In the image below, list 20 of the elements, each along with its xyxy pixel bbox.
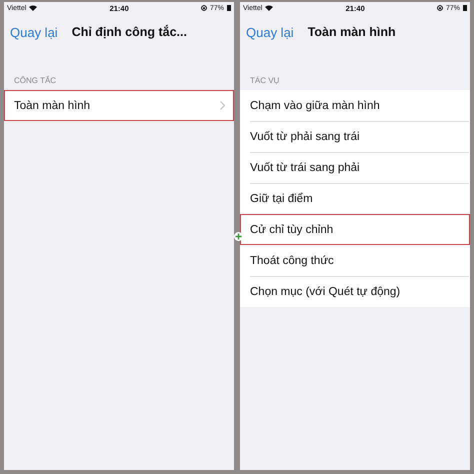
screen-title: Toàn màn hình — [308, 25, 396, 39]
screen-title: Chỉ định công tắc... — [72, 25, 187, 39]
back-link[interactable]: Quay lại — [10, 24, 58, 40]
list-item[interactable]: Vuốt từ phải sang trái — [240, 121, 470, 152]
list-item[interactable]: Giữ tại điểm — [240, 183, 470, 214]
section-header: CÔNG TẮC — [13, 74, 58, 87]
list-item[interactable]: Vuốt từ trái sang phải — [240, 152, 470, 183]
rotation-lock-icon — [200, 5, 207, 11]
section-header: TÁC VỤ — [249, 75, 280, 87]
wifi-icon — [265, 5, 274, 11]
list-item[interactable]: Toàn màn hình — [4, 90, 234, 121]
wifi-icon — [29, 5, 38, 11]
list-item[interactable]: Chọn mục (với Quét tự động) — [240, 276, 470, 307]
battery-icon — [462, 5, 467, 11]
list-item[interactable]: Cử chỉ tùy chỉnh — [240, 214, 470, 245]
list-item[interactable]: Chạm vào giữa màn hình — [240, 90, 470, 121]
battery-icon — [226, 5, 231, 11]
back-link[interactable]: Quay lại — [246, 24, 294, 40]
rotation-lock-icon — [436, 5, 443, 11]
list-item[interactable]: Thoát công thức — [240, 245, 470, 276]
